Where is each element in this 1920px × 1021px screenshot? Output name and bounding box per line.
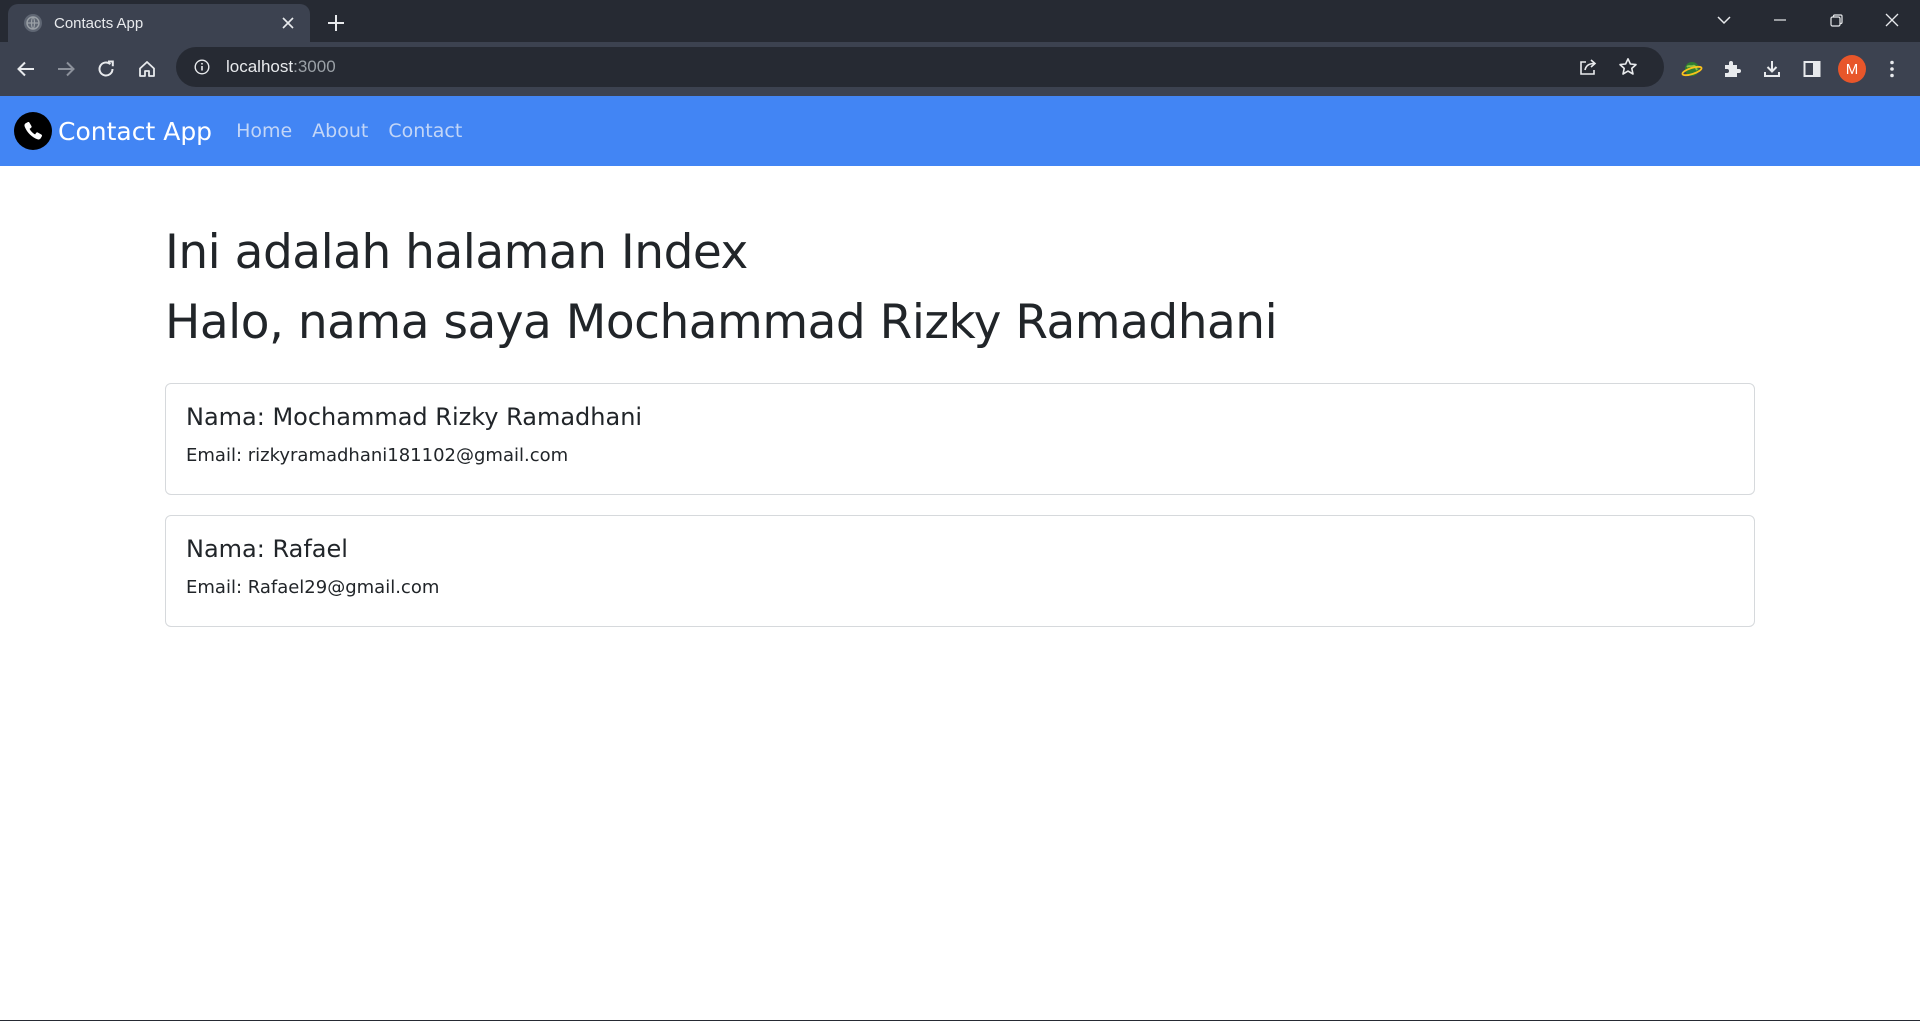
download-icon[interactable]: [1752, 49, 1792, 89]
tab-strip: Contacts App: [0, 0, 1920, 42]
page-viewport: Contact App Home About Contact Ini adala…: [0, 96, 1920, 1021]
contact-name: Nama: Mochammad Rizky Ramadhani: [186, 403, 643, 431]
globe-icon: [24, 14, 42, 32]
toolbar-actions: M: [1672, 49, 1912, 89]
contact-list: Nama: Mochammad Rizky Ramadhani Email: r…: [165, 383, 1755, 627]
extension-globe-icon[interactable]: [1672, 49, 1712, 89]
url-text: localhost:3000: [226, 57, 1568, 77]
bookmark-star-icon[interactable]: [1608, 47, 1648, 87]
contact-email: Email: rizkyramadhani181102@gmail.com: [186, 445, 569, 466]
window-controls: [1696, 0, 1920, 40]
contact-email: Email: Rafael29@gmail.com: [186, 577, 440, 598]
nav-link-about[interactable]: About: [312, 120, 368, 142]
share-icon[interactable]: [1568, 47, 1608, 87]
close-window-button[interactable]: [1864, 0, 1920, 40]
home-icon[interactable]: [127, 49, 167, 89]
url-host: localhost: [226, 57, 294, 76]
site-info-icon[interactable]: [192, 57, 212, 77]
side-panel-icon[interactable]: [1792, 49, 1832, 89]
site-navbar: Contact App Home About Contact: [0, 96, 1920, 166]
page-title: Ini adalah halaman Index: [165, 225, 748, 280]
address-bar[interactable]: localhost:3000: [176, 47, 1664, 87]
menu-kebab-icon[interactable]: [1872, 49, 1912, 89]
nav-link-contact[interactable]: Contact: [388, 120, 462, 142]
phone-icon: [14, 112, 52, 150]
contact-card: Nama: Rafael Email: Rafael29@gmail.com: [165, 515, 1755, 627]
nav-link-home[interactable]: Home: [236, 120, 292, 142]
restore-button[interactable]: [1808, 0, 1864, 40]
contact-name: Nama: Rafael: [186, 535, 348, 563]
contact-card: Nama: Mochammad Rizky Ramadhani Email: r…: [165, 383, 1755, 495]
greeting-heading: Halo, nama saya Mochammad Rizky Ramadhan…: [165, 295, 1278, 350]
brand-link[interactable]: Contact App: [14, 112, 212, 150]
new-tab-button[interactable]: [322, 9, 350, 37]
profile-avatar[interactable]: M: [1832, 49, 1872, 89]
extensions-puzzle-icon[interactable]: [1712, 49, 1752, 89]
minimize-button[interactable]: [1752, 0, 1808, 40]
tab-title: Contacts App: [54, 14, 144, 32]
back-arrow-icon[interactable]: [6, 49, 46, 89]
browser-toolbar: localhost:3000 M: [0, 42, 1920, 96]
tab-search-chevron-icon[interactable]: [1696, 0, 1752, 40]
main-container: Ini adalah halaman Index Halo, nama saya…: [165, 218, 1755, 627]
forward-arrow-icon[interactable]: [46, 49, 86, 89]
url-port: :3000: [293, 57, 336, 76]
brand-name: Contact App: [58, 116, 213, 146]
browser-tab[interactable]: Contacts App: [8, 4, 310, 42]
reload-icon[interactable]: [86, 49, 126, 89]
close-icon[interactable]: [278, 13, 298, 33]
avatar: M: [1838, 55, 1866, 83]
